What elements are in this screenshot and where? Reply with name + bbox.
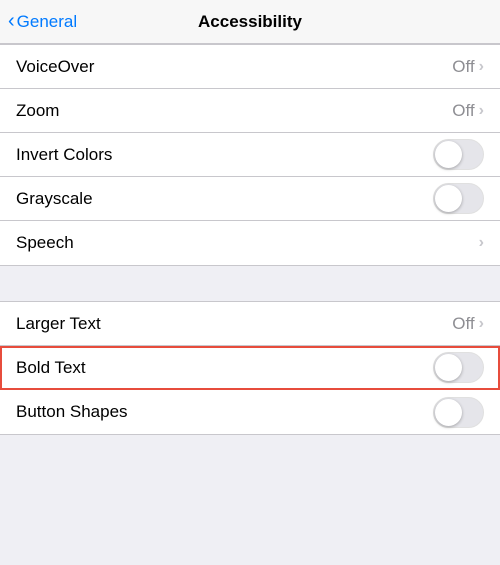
bold-text-row[interactable]: Bold Text <box>0 346 500 390</box>
invert-colors-row[interactable]: Invert Colors <box>0 133 500 177</box>
invert-colors-toggle-knob <box>435 141 462 168</box>
bold-text-toggle[interactable] <box>433 352 484 383</box>
back-chevron-icon: ‹ <box>8 11 15 31</box>
grayscale-row[interactable]: Grayscale <box>0 177 500 221</box>
larger-text-label: Larger Text <box>16 314 101 334</box>
voiceover-right: Off › <box>452 57 484 77</box>
voiceover-label: VoiceOver <box>16 57 94 77</box>
grayscale-label: Grayscale <box>16 189 93 209</box>
zoom-value: Off <box>452 101 474 121</box>
group-separator <box>0 266 500 301</box>
button-shapes-label: Button Shapes <box>16 402 128 422</box>
speech-chevron-icon: › <box>479 234 484 252</box>
grayscale-toggle[interactable] <box>433 183 484 214</box>
voiceover-row[interactable]: VoiceOver Off › <box>0 45 500 89</box>
settings-group-2: Larger Text Off › Bold Text Button Shape… <box>0 301 500 435</box>
grayscale-toggle-knob <box>435 185 462 212</box>
header: ‹ General Accessibility <box>0 0 500 44</box>
voiceover-value: Off <box>452 57 474 77</box>
button-shapes-toggle[interactable] <box>433 397 484 428</box>
speech-label: Speech <box>16 233 74 253</box>
invert-colors-toggle[interactable] <box>433 139 484 170</box>
back-label: General <box>17 12 77 32</box>
larger-text-right: Off › <box>452 314 484 334</box>
larger-text-value: Off <box>452 314 474 334</box>
settings-group-1: VoiceOver Off › Zoom Off › Invert Colors… <box>0 44 500 266</box>
voiceover-chevron-icon: › <box>479 58 484 76</box>
zoom-right: Off › <box>452 101 484 121</box>
speech-right: › <box>479 234 484 252</box>
invert-colors-label: Invert Colors <box>16 145 112 165</box>
speech-row[interactable]: Speech › <box>0 221 500 265</box>
bold-text-toggle-knob <box>435 354 462 381</box>
page-title: Accessibility <box>198 12 302 32</box>
button-shapes-row[interactable]: Button Shapes <box>0 390 500 434</box>
larger-text-chevron-icon: › <box>479 315 484 333</box>
zoom-label: Zoom <box>16 101 59 121</box>
larger-text-row[interactable]: Larger Text Off › <box>0 302 500 346</box>
button-shapes-toggle-knob <box>435 399 462 426</box>
bold-text-label: Bold Text <box>16 358 86 378</box>
zoom-chevron-icon: › <box>479 102 484 120</box>
zoom-row[interactable]: Zoom Off › <box>0 89 500 133</box>
back-button[interactable]: ‹ General <box>8 12 77 32</box>
